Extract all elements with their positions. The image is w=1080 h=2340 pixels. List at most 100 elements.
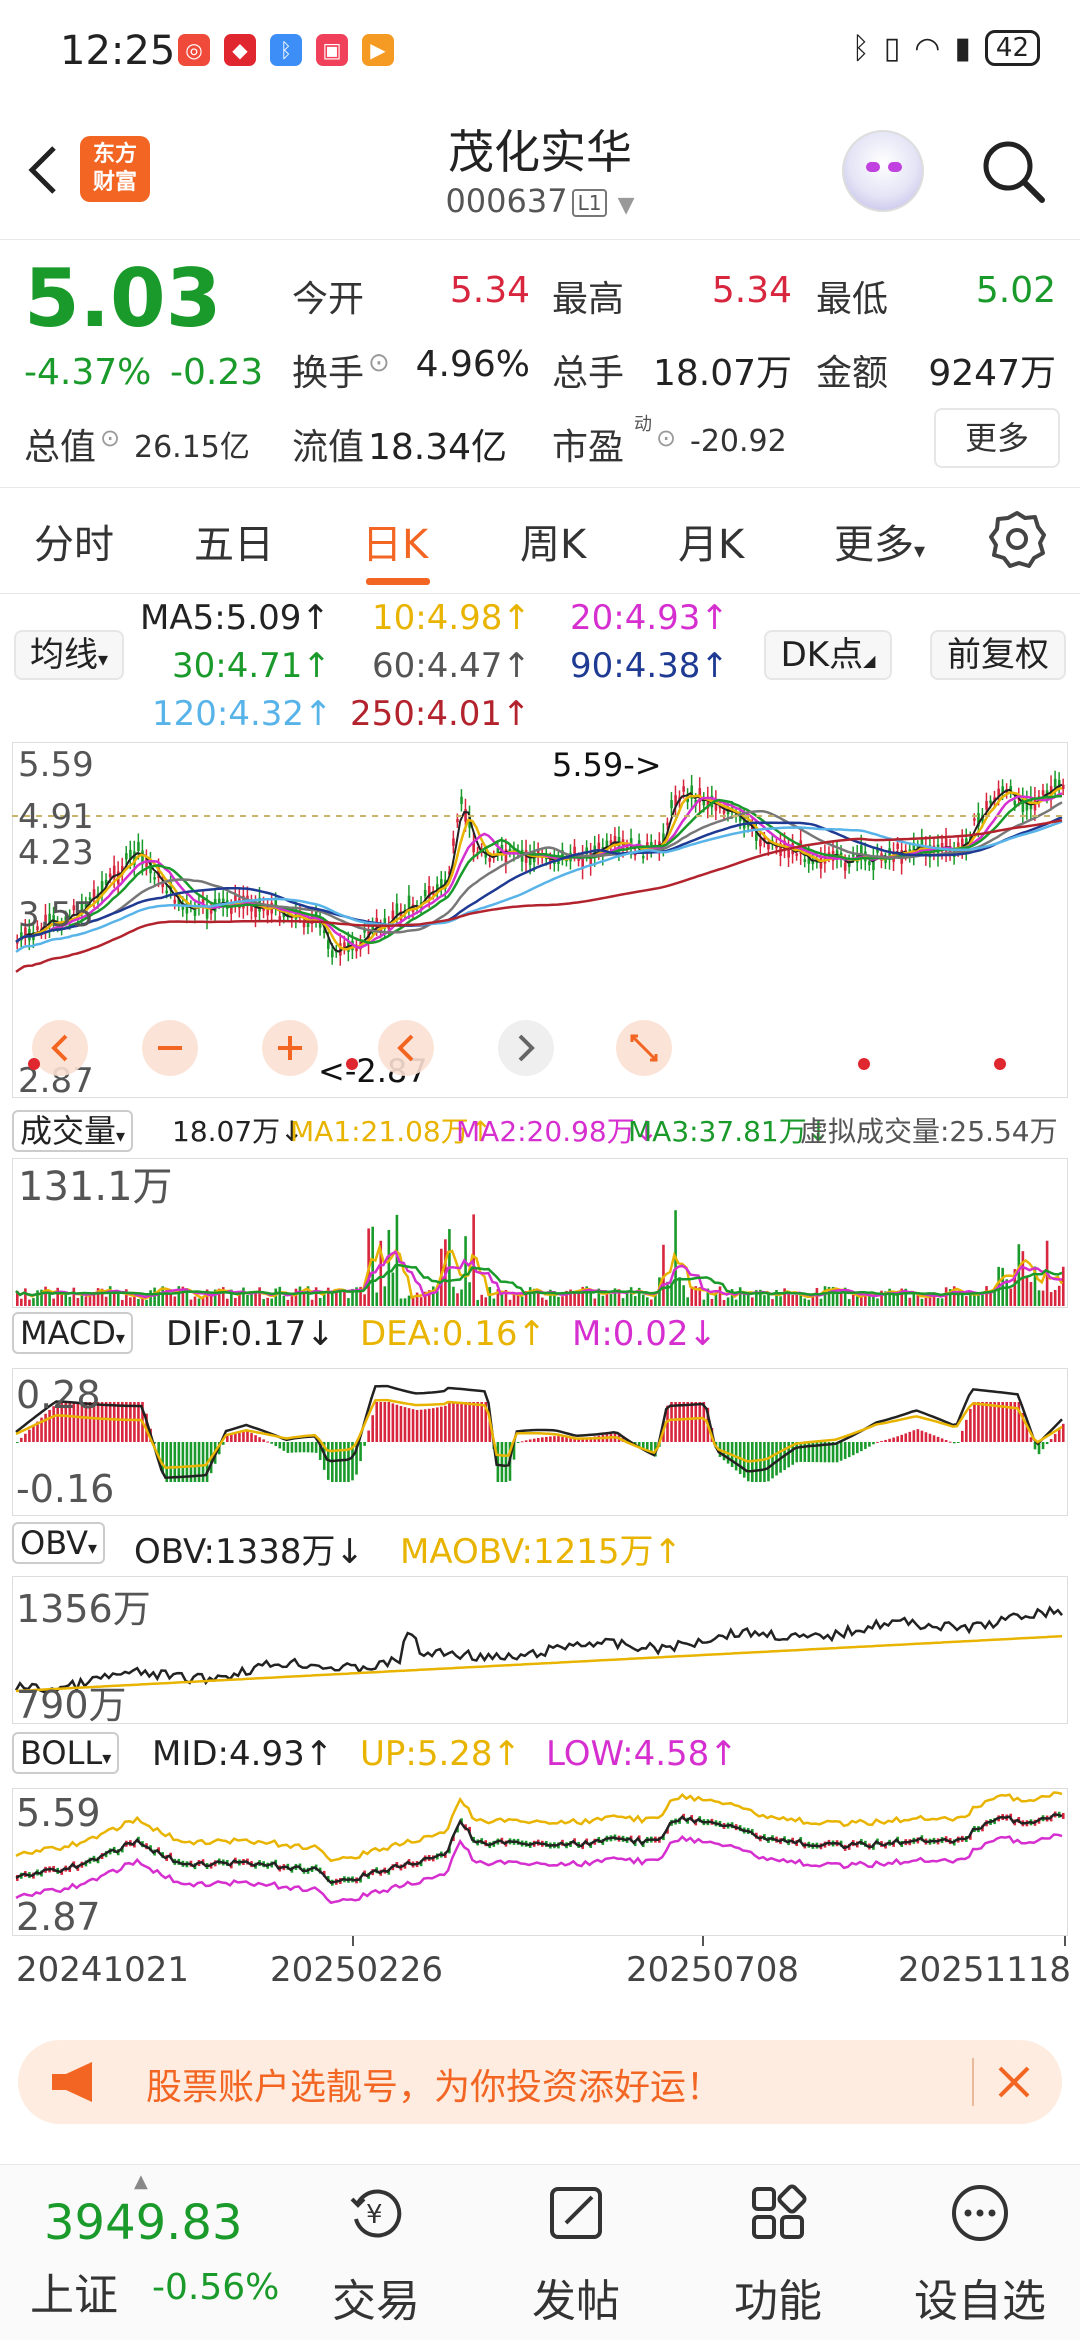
zoom-out-button[interactable] [142, 1020, 198, 1076]
volume-value: 18.07万↓ [172, 1115, 304, 1148]
svg-text:¥: ¥ [366, 2200, 383, 2230]
volume-bar [807, 1299, 811, 1306]
macd-indicator-button[interactable]: MACD▾ [12, 1312, 133, 1354]
candle [125, 853, 128, 860]
volume-bar [193, 1296, 197, 1306]
step-right-button[interactable] [498, 1020, 554, 1076]
volume-bar [302, 1293, 306, 1306]
pe-value: -20.92 [690, 424, 787, 459]
macd-bar [339, 1442, 342, 1482]
current-price: 5.03 [24, 252, 222, 345]
tab-five-day[interactable]: 五日 [194, 512, 274, 570]
nav-functions[interactable]: 功能 [688, 2165, 868, 2340]
macd-bar [561, 1436, 564, 1442]
nav-watchlist[interactable]: 设自选 [890, 2165, 1070, 2340]
step-left-button[interactable] [378, 1020, 434, 1076]
nav-post[interactable]: 发帖 [486, 2165, 666, 2340]
dk-point-button[interactable]: DK点◢ [764, 630, 892, 680]
macd-bar [520, 1441, 524, 1443]
volume-bar [520, 1296, 524, 1306]
macd-bar [872, 1442, 875, 1445]
index-change: -0.56% [152, 2267, 280, 2308]
volume-bar [48, 1293, 51, 1306]
fullscreen-button[interactable] [616, 1020, 672, 1076]
macd-chart[interactable]: 0.28 -0.16 [12, 1368, 1068, 1516]
volume-chart[interactable]: 131.1万 [12, 1158, 1068, 1308]
macd-y-top: 0.28 [16, 1373, 101, 1417]
macd-bar [969, 1408, 972, 1442]
macd-bar [476, 1402, 479, 1442]
adjust-mode-button[interactable]: 前复权 [930, 630, 1066, 680]
macd-bar [274, 1442, 278, 1447]
tab-monthly-k[interactable]: 月K [678, 512, 744, 570]
volume-bar [541, 1297, 544, 1306]
ai-assistant-robot-icon[interactable] [842, 130, 924, 212]
macd-bar [536, 1437, 540, 1442]
volume-bar [1041, 1290, 1045, 1306]
info-icon[interactable]: ⊙ [368, 348, 390, 378]
obv-chart[interactable]: 1356万 790万 [12, 1576, 1068, 1724]
tab-weekly-k[interactable]: 周K [520, 512, 586, 570]
volume-bar [456, 1293, 459, 1306]
dropdown-triangle-icon: ▼ [617, 193, 635, 218]
chart-settings-button[interactable] [988, 510, 1046, 568]
tab-daily-k[interactable]: 日K [362, 512, 428, 570]
ma-selector-button[interactable]: 均线▾ [14, 630, 124, 680]
volume-bar [1049, 1292, 1053, 1306]
obv-legend: OBV▾ [12, 1522, 106, 1564]
more-quote-button[interactable]: 更多 [934, 408, 1060, 468]
index-ticker[interactable]: ▲ 3949.83 上证 -0.56% [24, 2171, 294, 2333]
quote-panel: 5.03 -4.37% -0.23 今开 5.34 最高 5.34 最低 5.0… [0, 240, 1080, 488]
macd-bar [395, 1404, 399, 1442]
tab-intraday[interactable]: 分时 [34, 512, 114, 570]
obv-indicator-button[interactable]: OBV▾ [12, 1522, 106, 1564]
candle [896, 843, 899, 849]
volume-bar [682, 1285, 685, 1306]
promo-banner[interactable]: 股票账户选靓号，为你投资添好运！ [18, 2040, 1062, 2124]
candle [795, 853, 799, 856]
volume-bar [258, 1287, 261, 1306]
volume-indicator-button[interactable]: 成交量▾ [12, 1110, 134, 1152]
nav-trade[interactable]: ¥ 交易 [286, 2165, 466, 2340]
search-button[interactable] [978, 136, 1048, 206]
boll-chart[interactable]: 5.59 2.87 [12, 1788, 1068, 1936]
nav-post-label: 发帖 [532, 2276, 620, 2327]
volume-bar [726, 1297, 730, 1306]
macd-bar [278, 1442, 282, 1449]
trade-icon: ¥ [350, 2189, 402, 2238]
volume-bar [916, 1294, 920, 1306]
amount-value: 9247万 [928, 353, 1056, 394]
close-icon[interactable] [994, 2062, 1034, 2102]
volume-bar [528, 1287, 532, 1306]
volume-bar [908, 1297, 912, 1306]
volume-bar [452, 1286, 455, 1306]
macd-bar [436, 1407, 439, 1442]
macd-bar [500, 1442, 504, 1482]
macd-bar [230, 1434, 233, 1442]
tab-more[interactable]: 更多▾ [834, 512, 925, 570]
x-date-1: 20241021 [16, 1950, 190, 1990]
macd-bar [306, 1442, 310, 1453]
ma90-value: 90:4.38↑ [570, 646, 729, 686]
boll-indicator-button[interactable]: BOLL▾ [12, 1732, 120, 1774]
info-icon[interactable]: ⊙ [656, 424, 676, 452]
macd-bar [670, 1402, 673, 1442]
obv-y-bottom: 790万 [16, 1683, 127, 1724]
volume-bar [76, 1298, 80, 1306]
signal-dot [28, 1058, 40, 1070]
macd-bar [851, 1442, 855, 1456]
volume-bar [956, 1293, 960, 1306]
info-icon[interactable]: ⊙ [100, 424, 120, 452]
macd-bar [549, 1436, 552, 1442]
volume-bar [121, 1299, 124, 1306]
volume-bar [347, 1298, 350, 1306]
zoom-in-button[interactable] [262, 1020, 318, 1076]
candle [1041, 790, 1045, 795]
macd-bar [367, 1430, 370, 1442]
scroll-left-button[interactable] [32, 1020, 88, 1076]
macd-bar [528, 1439, 532, 1442]
macd-bar [803, 1442, 807, 1462]
kline-chart[interactable]: 5.59 4.91 4.23 3.55 2.87 5.59-> <-2.87 [12, 742, 1068, 1098]
volume-y-top: 131.1万 [18, 1164, 173, 1210]
volume-bar [625, 1291, 629, 1306]
